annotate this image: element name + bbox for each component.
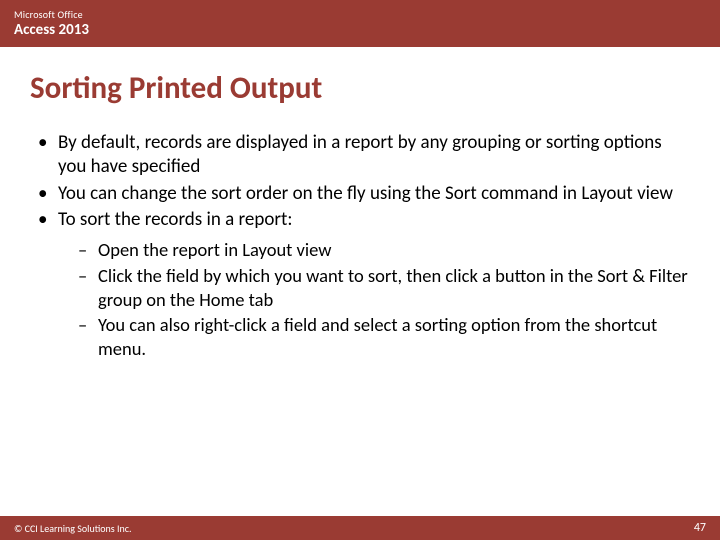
slide-title: Sorting Printed Output [30, 69, 720, 107]
bullet-item: By default, records are displayed in a r… [32, 131, 688, 180]
bullet-list: By default, records are displayed in a r… [32, 131, 688, 361]
footer-bar: © CCI Learning Solutions Inc. 47 [0, 516, 720, 540]
bullet-text: To sort the records in a report: [58, 208, 292, 231]
page-number: 47 [694, 521, 706, 535]
header-title: Access 2013 [14, 21, 706, 39]
header-superscript: Microsoft Office [14, 8, 706, 21]
sub-bullet-item: Open the report in Layout view [74, 238, 688, 262]
footer-copyright: © CCI Learning Solutions Inc. [14, 522, 132, 535]
slide-content: By default, records are displayed in a r… [32, 131, 688, 361]
sub-bullet-item: Click the field by which you want to sor… [74, 264, 688, 311]
bullet-item: To sort the records in a report: Open th… [32, 208, 688, 361]
bullet-item: You can change the sort order on the fly… [32, 182, 688, 206]
header-bar: Microsoft Office Access 2013 [0, 0, 720, 47]
sub-bullet-item: You can also right-click a field and sel… [74, 313, 688, 360]
sub-bullet-list: Open the report in Layout view Click the… [74, 238, 688, 360]
